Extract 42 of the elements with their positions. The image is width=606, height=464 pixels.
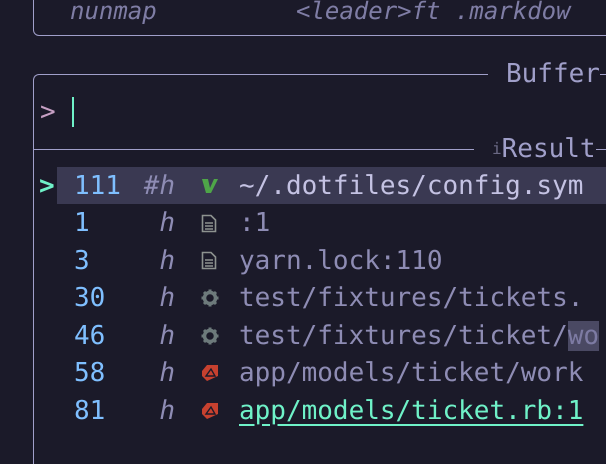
prompt-symbol: > [40,97,57,127]
document-icon [201,214,217,233]
buffer-row[interactable]: 1 h :1 [57,204,606,242]
buffer-number: 1 [73,208,91,238]
text-cursor [72,97,74,127]
buffer-path: test/fixtures/ticket/wo [239,320,600,351]
buffer-path: yarn.lock:110 [239,246,442,276]
buffer-path: app/models/ticket.rb:1 [239,396,584,426]
buffer-flags: h [158,246,175,276]
buffer-number: 46 [73,320,106,351]
buffer-path: test/fixtures/tickets. [239,283,584,314]
buffer-flags: h [158,283,175,314]
buffer-flags: h [158,320,175,351]
buffer-flags: h [158,208,175,238]
buffer-number: 58 [73,358,106,388]
buffer-row[interactable]: 81 h app/models/ticket.rb:1 [57,392,606,430]
buffer-row[interactable]: 46 h test/fixtures/ticket/wo [57,317,606,354]
buffer-row[interactable]: 111 #h ~/.dotfiles/config.sym [57,167,606,204]
buffer-row[interactable]: 3 h yarn.lock:110 [57,242,606,280]
buffer-number: 30 [73,283,106,314]
buffer-path: ~/.dotfiles/config.sym [239,170,584,201]
buffer-row[interactable]: 58 h app/models/ticket/work [57,354,606,392]
buffer-flags: #h [142,170,175,201]
vim-logo-icon [201,176,219,195]
buffer-number: 111 [73,170,117,201]
document-icon [201,251,217,270]
buffer-flags: h [158,396,175,426]
buffer-path: app/models/ticket/work [239,358,584,388]
selection-pointer: > [38,170,56,201]
ruby-gem-icon [201,364,219,382]
buffer-row[interactable]: 30 h test/fixtures/tickets. [57,280,606,317]
buffer-flags: h [158,358,175,388]
keymap-mode: nunmap [70,0,158,22]
gear-icon [201,289,219,308]
results-title: Result [502,133,596,165]
gear-icon [201,326,219,345]
title-fragment: i [492,138,502,160]
buffer-number: 81 [73,396,106,426]
buffer-number: 3 [73,246,91,276]
buffer-path: :1 [239,208,270,238]
keymap-mapping: <leader>ft .markdow [296,0,571,22]
ruby-gem-icon [201,402,219,420]
